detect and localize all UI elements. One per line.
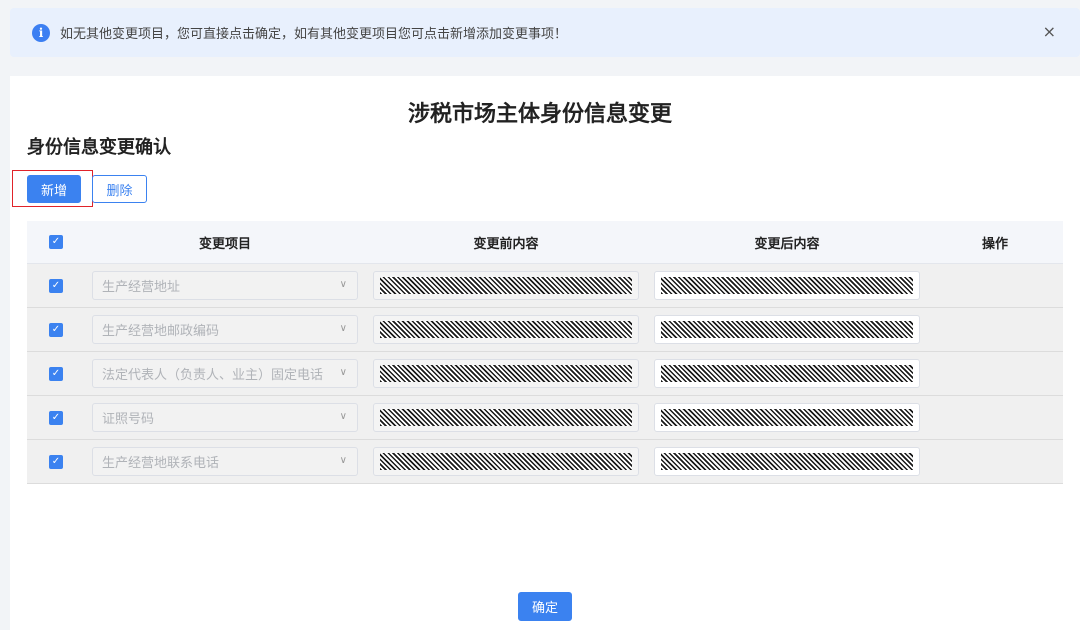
after-content-field[interactable] bbox=[654, 403, 920, 432]
delete-button[interactable]: 删除 bbox=[92, 175, 147, 203]
info-icon: i bbox=[32, 23, 50, 42]
redacted-value bbox=[380, 453, 632, 470]
notice-text: 如无其他变更项目，您可直接点击确定，如有其他变更项目您可点击新增添加变更事项！ bbox=[60, 27, 568, 42]
table-row: ✓ 生产经营地邮政编码 ∨ bbox=[27, 308, 1063, 352]
after-content-field[interactable] bbox=[654, 447, 920, 476]
change-item-select-value: 生产经营地址 bbox=[102, 280, 181, 295]
column-header-before: 变更前内容 bbox=[473, 236, 539, 252]
before-content-field[interactable] bbox=[373, 447, 639, 476]
row-checkbox[interactable]: ✓ bbox=[49, 322, 63, 337]
change-item-select[interactable]: 生产经营地联系电话 ∨ bbox=[92, 447, 358, 476]
change-item-select[interactable]: 法定代表人（负责人、业主）固定电话 ∨ bbox=[92, 359, 358, 388]
after-content-field[interactable] bbox=[654, 359, 920, 388]
change-item-select-value: 生产经营地联系电话 bbox=[102, 456, 220, 471]
column-header-after: 变更后内容 bbox=[754, 236, 820, 252]
column-header-operation: 操作 bbox=[981, 236, 1008, 252]
table-row: ✓ 生产经营地联系电话 ∨ bbox=[27, 440, 1063, 484]
section-title: 身份信息变更确认 bbox=[27, 137, 171, 158]
chevron-down-icon: ∨ bbox=[339, 279, 347, 290]
change-table: ✓ 变更项目 变更前内容 变更后内容 操作 ✓ 生产经营地址 ∨ ✓ 生产经营地… bbox=[27, 221, 1063, 484]
table-row: ✓ 法定代表人（负责人、业主）固定电话 ∨ bbox=[27, 352, 1063, 396]
close-icon[interactable]: × bbox=[1043, 22, 1056, 42]
column-header-item: 变更项目 bbox=[198, 236, 251, 252]
table-header: ✓ 变更项目 变更前内容 变更后内容 操作 bbox=[27, 221, 1063, 264]
change-item-select[interactable]: 生产经营地邮政编码 ∨ bbox=[92, 315, 358, 344]
redacted-value bbox=[380, 365, 632, 382]
redacted-value bbox=[380, 409, 632, 426]
before-content-field[interactable] bbox=[373, 359, 639, 388]
chevron-down-icon: ∨ bbox=[339, 323, 347, 334]
change-item-select-value: 生产经营地邮政编码 bbox=[102, 324, 220, 339]
add-button[interactable]: 新增 bbox=[27, 175, 81, 203]
row-checkbox[interactable]: ✓ bbox=[49, 454, 63, 469]
confirm-button[interactable]: 确定 bbox=[518, 592, 572, 621]
select-all-checkbox[interactable]: ✓ bbox=[49, 235, 63, 249]
change-item-select-value: 证照号码 bbox=[102, 412, 155, 427]
chevron-down-icon: ∨ bbox=[339, 455, 347, 466]
before-content-field[interactable] bbox=[373, 315, 639, 344]
redacted-value bbox=[661, 453, 913, 470]
table-row: ✓ 生产经营地址 ∨ bbox=[27, 264, 1063, 308]
row-checkbox[interactable]: ✓ bbox=[49, 410, 63, 425]
redacted-value bbox=[380, 277, 632, 294]
redacted-value bbox=[661, 277, 913, 294]
page-title: 涉税市场主体身份信息变更 bbox=[407, 102, 672, 127]
redacted-value bbox=[661, 365, 913, 382]
notice-banner: i 如无其他变更项目，您可直接点击确定，如有其他变更项目您可点击新增添加变更事项… bbox=[10, 8, 1080, 57]
chevron-down-icon: ∨ bbox=[339, 411, 347, 422]
redacted-value bbox=[661, 321, 913, 338]
after-content-field[interactable] bbox=[654, 271, 920, 300]
table-row: ✓ 证照号码 ∨ bbox=[27, 396, 1063, 440]
chevron-down-icon: ∨ bbox=[339, 367, 347, 378]
after-content-field[interactable] bbox=[654, 315, 920, 344]
row-checkbox[interactable]: ✓ bbox=[49, 366, 63, 381]
change-item-select[interactable]: 生产经营地址 ∨ bbox=[92, 271, 358, 300]
change-item-select-value: 法定代表人（负责人、业主）固定电话 bbox=[102, 368, 324, 383]
before-content-field[interactable] bbox=[373, 403, 639, 432]
redacted-value bbox=[661, 409, 913, 426]
before-content-field[interactable] bbox=[373, 271, 639, 300]
row-checkbox[interactable]: ✓ bbox=[49, 278, 63, 293]
redacted-value bbox=[380, 321, 632, 338]
change-item-select[interactable]: 证照号码 ∨ bbox=[92, 403, 358, 432]
